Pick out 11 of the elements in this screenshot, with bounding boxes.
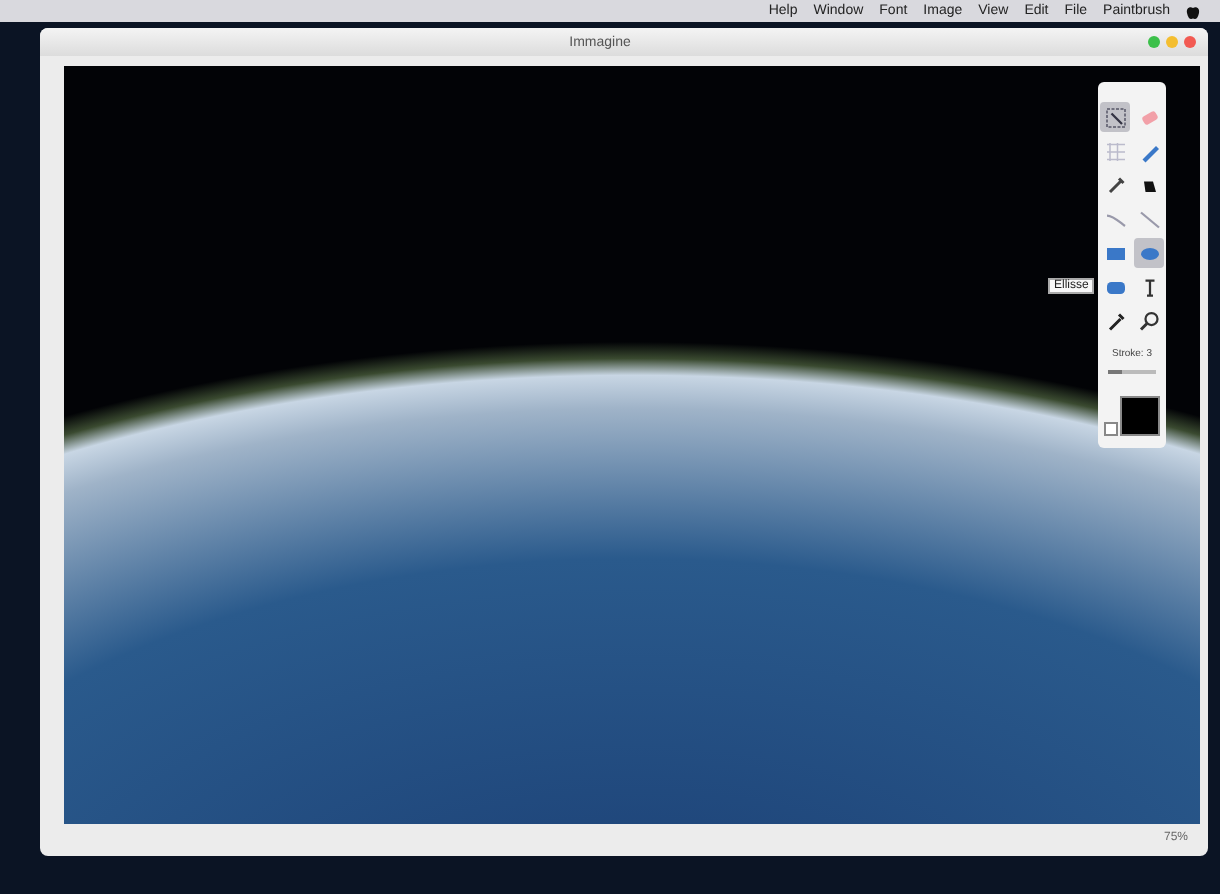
apple-logo-icon[interactable] — [1186, 3, 1200, 19]
close-button[interactable] — [1184, 36, 1196, 48]
grid-icon — [1103, 139, 1127, 163]
line-icon — [1137, 207, 1161, 231]
background-color-swatch[interactable] — [1104, 422, 1118, 436]
stroke-slider[interactable] — [1108, 370, 1156, 374]
select-icon — [1103, 105, 1127, 129]
zoom-icon — [1137, 309, 1161, 333]
zoom-tool[interactable] — [1134, 306, 1164, 336]
foreground-color-swatch[interactable] — [1120, 396, 1160, 436]
select-tool[interactable] — [1100, 102, 1130, 132]
